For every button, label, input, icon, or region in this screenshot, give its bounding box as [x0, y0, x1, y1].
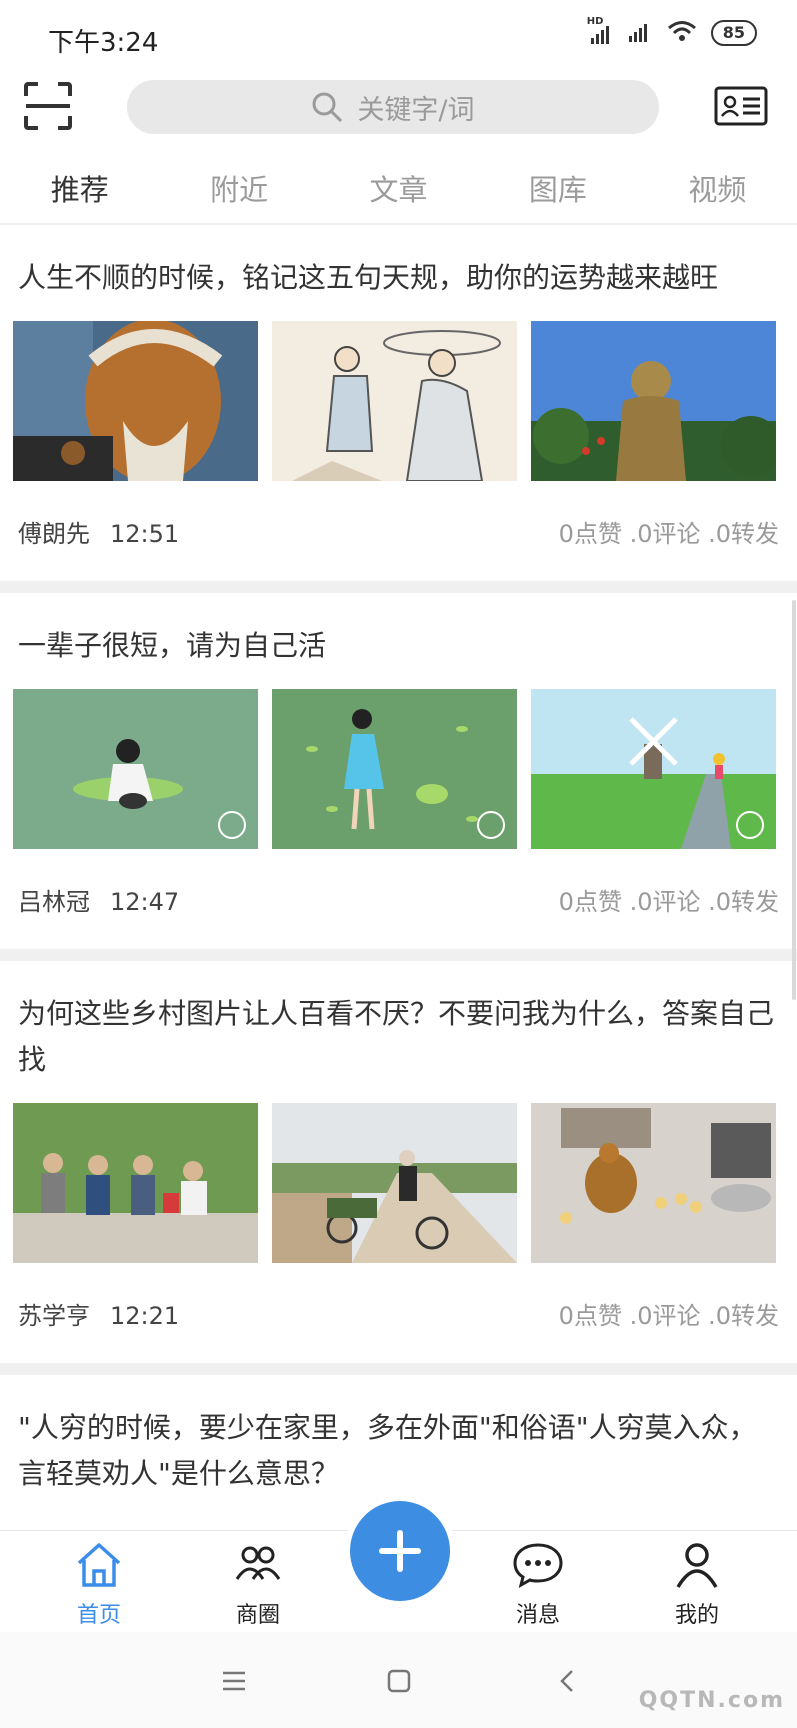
battery-indicator: 85	[710, 20, 757, 46]
search-input[interactable]: 关键字/词	[127, 80, 659, 134]
post-stats: 0点赞 .0评论 .0转发	[558, 519, 779, 548]
post-card[interactable]: 人生不顺的时候，铭记这五句天规，助你的运势越来越旺 傅朗先 12:51 0点赞 …	[0, 225, 797, 581]
post-author[interactable]: 苏学亨 12:21	[18, 1296, 179, 1331]
post-meta: 吕林冠 12:47 0点赞 .0评论 .0转发	[0, 849, 797, 949]
status-icons: HD 85	[587, 16, 757, 46]
tab-recommended[interactable]: 推荐	[0, 160, 159, 224]
nav-messages[interactable]: 消息	[488, 1541, 588, 1629]
status-time: 下午3:24	[48, 28, 159, 58]
post-divider	[0, 581, 797, 593]
person-icon	[676, 1543, 718, 1588]
scan-button[interactable]	[22, 80, 74, 132]
plus-icon	[379, 1530, 421, 1572]
post-image-ink-sketch[interactable]	[272, 321, 517, 481]
post-meta: 苏学亨 12:21 0点赞 .0评论 .0转发	[0, 1263, 797, 1363]
post-time: 12:21	[110, 1301, 180, 1330]
post-image-girl-cat[interactable]	[13, 689, 258, 849]
tab-articles[interactable]: 文章	[319, 160, 478, 224]
chat-icon	[513, 1543, 563, 1588]
post-time: 12:47	[110, 887, 180, 916]
menu-icon[interactable]	[221, 1670, 247, 1692]
scan-icon	[24, 82, 72, 130]
post-meta: 傅朗先 12:51 0点赞 .0评论 .0转发	[0, 481, 797, 581]
post-images	[0, 1083, 797, 1263]
nav-home-label: 首页	[76, 1603, 121, 1628]
tab-gallery[interactable]: 图库	[478, 160, 637, 224]
home-square-icon[interactable]	[386, 1668, 412, 1694]
tab-nearby[interactable]: 附近	[159, 160, 318, 224]
nav-home[interactable]: 首页	[49, 1541, 149, 1629]
watermark-badge-icon	[477, 811, 505, 839]
nav-messages-label: 消息	[515, 1603, 560, 1628]
back-icon[interactable]	[556, 1668, 578, 1694]
nav-business-circle-label: 商圈	[235, 1603, 280, 1628]
watermark-logo: QQTN.com	[638, 1688, 785, 1713]
tab-videos[interactable]: 视频	[638, 160, 797, 224]
post-title[interactable]: 为何这些乡村图片让人百看不厌？不要问我为什么，答案自己找	[0, 961, 797, 1083]
nav-profile[interactable]: 我的	[647, 1541, 747, 1629]
post-card[interactable]: "人穷的时候，要少在家里，多在外面"和俗语"人穷莫入众，言轻莫劝人"是什么意思？	[0, 1375, 797, 1497]
bottom-navigation: 首页 商圈 消息 我的	[0, 1501, 797, 1633]
post-image-bicycle-road[interactable]	[272, 1103, 517, 1263]
system-navigation-bar	[0, 1632, 797, 1728]
post-title[interactable]: 人生不顺的时候，铭记这五句天规，助你的运势越来越旺	[0, 225, 797, 301]
add-post-button[interactable]	[350, 1501, 450, 1601]
nav-profile-label: 我的	[674, 1603, 719, 1628]
scrollbar[interactable]	[792, 600, 796, 1000]
post-images	[0, 301, 797, 481]
post-time: 12:51	[110, 519, 180, 548]
contact-card-icon	[714, 86, 768, 126]
post-image-hen-chicks[interactable]	[531, 1103, 776, 1263]
wifi-icon	[667, 20, 697, 46]
post-author[interactable]: 吕林冠 12:47	[18, 882, 179, 917]
post-image-villagers[interactable]	[13, 1103, 258, 1263]
author-name: 苏学亨	[18, 1301, 90, 1330]
post-image-old-man[interactable]	[13, 321, 258, 481]
nav-business-circle[interactable]: 商圈	[208, 1541, 308, 1629]
feed-list: 人生不顺的时候，铭记这五句天规，助你的运势越来越旺 傅朗先 12:51 0点赞 …	[0, 225, 797, 1530]
post-images	[0, 669, 797, 849]
contact-card-button[interactable]	[714, 86, 768, 126]
hd-signal-icon: HD	[587, 16, 613, 44]
search-placeholder: 关键字/词	[357, 94, 475, 126]
search-icon	[312, 92, 343, 123]
post-image-girl-dancing[interactable]	[272, 689, 517, 849]
post-title[interactable]: 一辈子很短，请为自己活	[0, 593, 797, 669]
author-name: 吕林冠	[18, 887, 90, 916]
author-name: 傅朗先	[18, 519, 90, 548]
home-icon	[77, 1543, 121, 1587]
post-author[interactable]: 傅朗先 12:51	[18, 514, 179, 549]
top-bar: 关键字/词	[0, 70, 797, 170]
signal-icon	[627, 20, 653, 46]
watermark-badge-icon	[736, 811, 764, 839]
post-divider	[0, 949, 797, 961]
status-bar: 下午3:24 HD 85	[0, 0, 797, 70]
post-image-statue[interactable]	[531, 321, 776, 481]
post-title[interactable]: "人穷的时候，要少在家里，多在外面"和俗语"人穷莫入众，言轻莫劝人"是什么意思？	[0, 1375, 797, 1497]
category-tabs: 推荐 附近 文章 图库 视频	[0, 160, 797, 224]
post-card[interactable]: 一辈子很短，请为自己活 吕林冠 12:47 0点赞 .0评论 .0转发	[0, 593, 797, 949]
post-stats: 0点赞 .0评论 .0转发	[558, 1301, 779, 1330]
people-icon	[235, 1546, 281, 1580]
watermark-badge-icon	[218, 811, 246, 839]
post-divider	[0, 1363, 797, 1375]
post-stats: 0点赞 .0评论 .0转发	[558, 887, 779, 916]
post-card[interactable]: 为何这些乡村图片让人百看不厌？不要问我为什么，答案自己找 苏学亨 12:21 0…	[0, 961, 797, 1363]
post-image-windmill[interactable]	[531, 689, 776, 849]
